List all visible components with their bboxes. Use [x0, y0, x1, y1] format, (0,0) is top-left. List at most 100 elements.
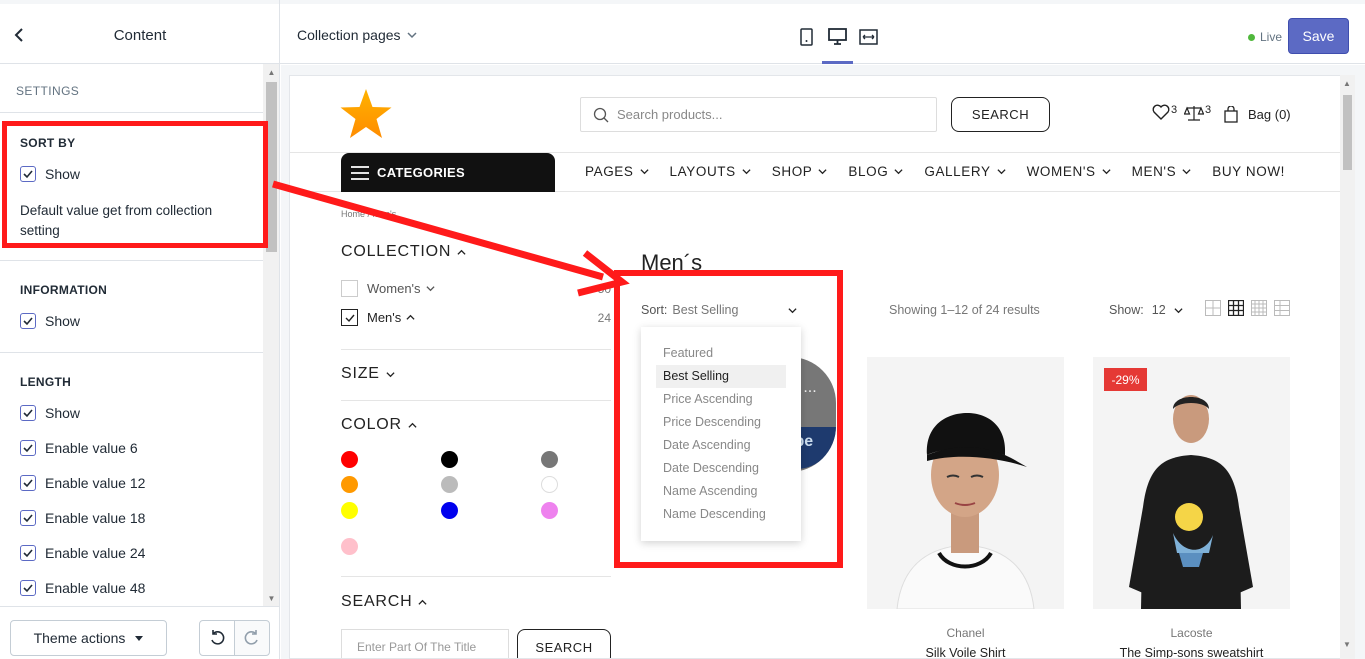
- information-show-checkbox[interactable]: Show: [20, 313, 80, 329]
- theme-actions-button[interactable]: Theme actions: [10, 620, 167, 656]
- bag-label: Bag (0): [1248, 107, 1291, 122]
- fullwidth-icon[interactable]: [858, 27, 880, 47]
- grid-4-icon[interactable]: [1251, 300, 1267, 316]
- breadcrumb[interactable]: Home / Men's: [341, 209, 396, 219]
- redo-button[interactable]: [234, 620, 270, 656]
- filter-collection-title[interactable]: COLLECTION: [341, 243, 466, 261]
- filter-color-title[interactable]: COLOR: [341, 416, 417, 434]
- product-image[interactable]: [1093, 357, 1290, 609]
- length-option-checkbox[interactable]: Enable value 18: [20, 510, 145, 526]
- product-name[interactable]: Silk Voile Shirt: [867, 646, 1064, 658]
- undo-button[interactable]: [199, 620, 235, 656]
- filter-title-label: COLOR: [341, 416, 402, 433]
- store-search-button[interactable]: SEARCH: [951, 97, 1050, 132]
- sidebar-footer: Theme actions: [0, 606, 280, 659]
- main-nav: PAGES LAYOUTS SHOP BLOG GALLERY WOMEN'S …: [585, 164, 1285, 179]
- color-swatch[interactable]: [541, 476, 558, 493]
- filter-title-label: SIZE: [341, 365, 380, 382]
- compare-link[interactable]: 3: [1184, 104, 1211, 122]
- filter-checkbox[interactable]: [341, 280, 358, 297]
- discount-badge: -29%: [1104, 368, 1147, 391]
- filter-search-input[interactable]: Enter Part Of The Title: [341, 629, 509, 658]
- save-button[interactable]: Save: [1288, 18, 1349, 54]
- categories-label: CATEGORIES: [377, 165, 465, 180]
- nav-label: LAYOUTS: [669, 164, 736, 179]
- bag-link[interactable]: Bag (0): [1224, 106, 1291, 123]
- checkmark-icon: [20, 510, 36, 526]
- nav-item-buy-now[interactable]: BUY NOW!: [1212, 164, 1285, 179]
- filter-search-title[interactable]: SEARCH: [341, 593, 428, 611]
- checkbox-label: Show: [45, 405, 81, 421]
- divider: [341, 349, 611, 350]
- sidebar-title: Content: [113, 27, 167, 44]
- scroll-down-icon[interactable]: ▼: [1343, 640, 1351, 649]
- chevron-down-icon: [1174, 306, 1183, 315]
- filter-search-button[interactable]: SEARCH: [517, 629, 611, 658]
- length-option-checkbox[interactable]: Show: [20, 405, 80, 421]
- checkbox-label: Enable value 48: [45, 580, 146, 596]
- grid-2-icon[interactable]: [1205, 300, 1221, 316]
- heart-icon: [1152, 104, 1170, 120]
- color-swatch[interactable]: [341, 538, 358, 555]
- product-image[interactable]: [867, 357, 1064, 609]
- filter-title-label: SEARCH: [341, 593, 413, 610]
- nav-item-shop[interactable]: SHOP: [772, 164, 828, 179]
- preview-scrollbar[interactable]: ▲ ▼: [1340, 75, 1355, 659]
- scroll-down-icon[interactable]: ▼: [266, 594, 277, 604]
- collection-filter-womens[interactable]: Women's 50: [341, 280, 611, 297]
- chevron-up-icon: [418, 598, 428, 607]
- mobile-icon[interactable]: [796, 27, 818, 47]
- color-swatch[interactable]: [441, 451, 458, 468]
- checkmark-icon: [20, 313, 36, 329]
- checkmark-icon: [20, 545, 36, 561]
- length-title: LENGTH: [20, 375, 72, 389]
- filter-checkbox[interactable]: [341, 309, 358, 326]
- length-option-checkbox[interactable]: Enable value 12: [20, 475, 145, 491]
- chevron-down-icon: [997, 167, 1006, 176]
- color-swatch[interactable]: [341, 451, 358, 468]
- wishlist-link[interactable]: 3: [1152, 104, 1177, 120]
- color-swatch[interactable]: [341, 502, 358, 519]
- show-count-select[interactable]: Show: 12: [1109, 303, 1183, 317]
- length-option-checkbox[interactable]: Enable value 6: [20, 440, 138, 456]
- store-logo-star-icon[interactable]: [339, 88, 393, 140]
- color-swatch[interactable]: [341, 476, 358, 493]
- length-option-checkbox[interactable]: Enable value 48: [20, 580, 145, 596]
- checkbox-label: Enable value 24: [45, 545, 146, 561]
- color-swatch[interactable]: [441, 476, 458, 493]
- scroll-up-icon[interactable]: ▲: [1343, 79, 1351, 88]
- nav-item-blog[interactable]: BLOG: [848, 164, 903, 179]
- nav-label: PAGES: [585, 164, 634, 179]
- nav-item-womens[interactable]: WOMEN'S: [1027, 164, 1111, 179]
- filter-size-title[interactable]: SIZE: [341, 365, 395, 383]
- length-option-checkbox[interactable]: Enable value 24: [20, 545, 145, 561]
- nav-item-layouts[interactable]: LAYOUTS: [670, 164, 751, 179]
- categories-button[interactable]: CATEGORIES: [341, 153, 555, 192]
- collection-count: 24: [597, 310, 611, 325]
- list-icon[interactable]: [1274, 300, 1290, 316]
- settings-label: SETTINGS: [16, 84, 80, 98]
- nav-item-mens[interactable]: MEN'S: [1132, 164, 1192, 179]
- grid-3-icon[interactable]: [1228, 300, 1244, 316]
- product-name[interactable]: The Simp-sons sweatshirt: [1093, 646, 1290, 658]
- color-swatch[interactable]: [541, 451, 558, 468]
- store-search-input[interactable]: Search products...: [580, 97, 937, 132]
- nav-item-gallery[interactable]: GALLERY: [924, 164, 1006, 179]
- caret-down-icon: [135, 634, 144, 642]
- template-selector[interactable]: Collection pages: [297, 27, 417, 43]
- color-swatch[interactable]: [541, 502, 558, 519]
- preview-scroll-thumb[interactable]: [1343, 95, 1352, 170]
- collection-filter-mens[interactable]: Men's 24: [341, 309, 611, 326]
- checkbox-label: Enable value 12: [45, 475, 146, 491]
- search-placeholder: Search products...: [617, 107, 723, 122]
- nav-item-pages[interactable]: PAGES: [585, 164, 649, 179]
- scroll-up-icon[interactable]: ▲: [266, 68, 277, 78]
- nav-label: BLOG: [848, 164, 889, 179]
- device-active-indicator: [822, 61, 853, 64]
- desktop-icon[interactable]: [827, 27, 849, 47]
- chevron-down-icon: [386, 370, 395, 379]
- compare-count: 3: [1205, 104, 1212, 116]
- color-swatch[interactable]: [441, 502, 458, 519]
- nav-label: WOMEN'S: [1026, 164, 1096, 179]
- annotation-box-sort-dropdown: [614, 270, 843, 568]
